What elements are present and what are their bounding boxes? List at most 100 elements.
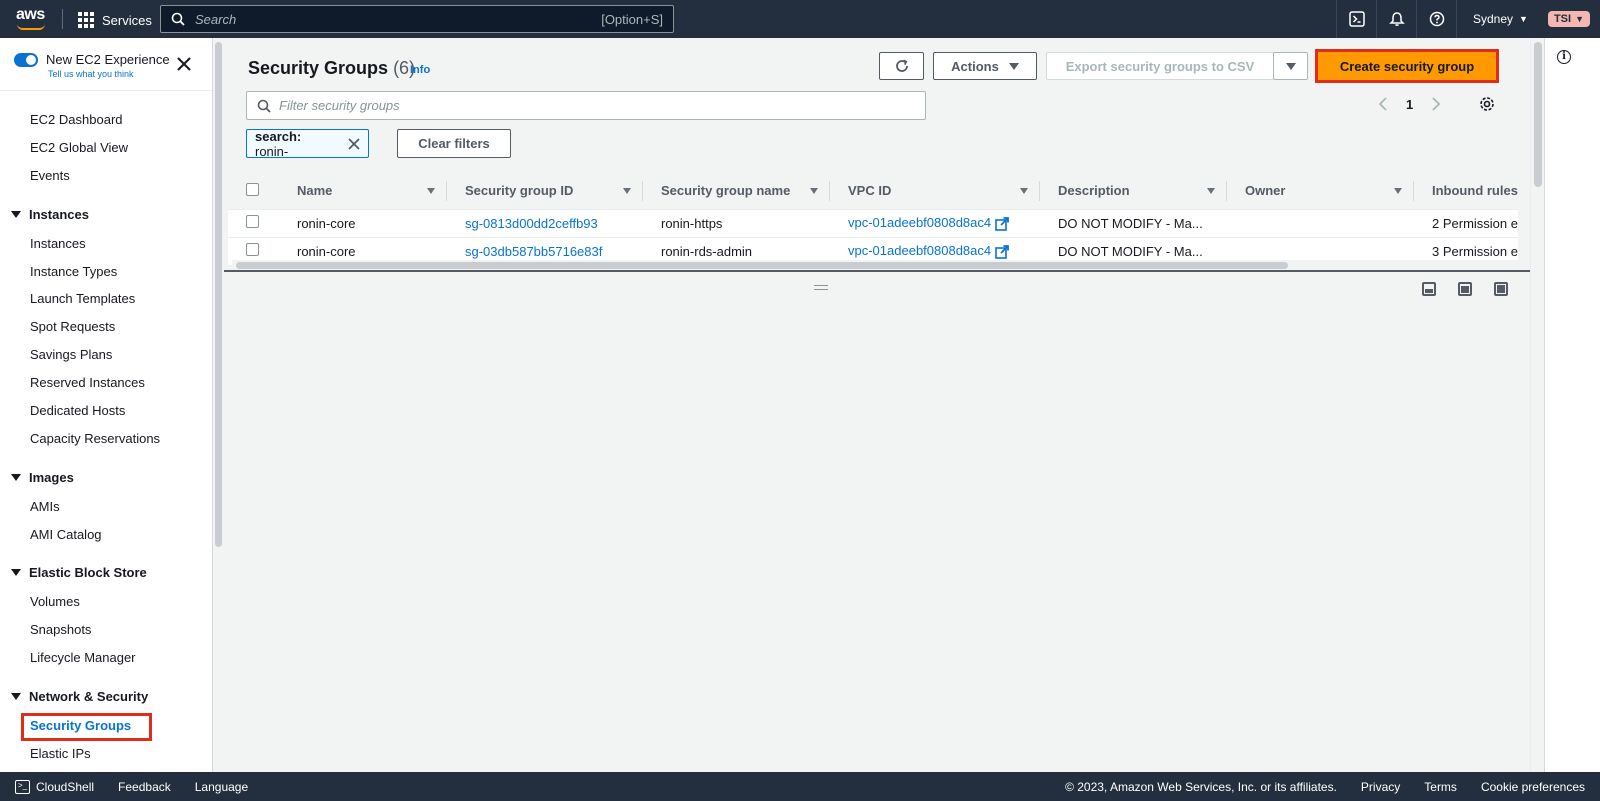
sidebar-item-ami-catalog[interactable]: AMI Catalog — [30, 527, 102, 542]
security-group-id-link[interactable]: sg-03db587bb5716e83f — [465, 244, 602, 259]
remove-filter-close-icon[interactable] — [348, 137, 360, 150]
terms-link[interactable]: Terms — [1424, 780, 1457, 794]
panel-full-icon[interactable] — [1494, 282, 1508, 296]
sidebar-section-instances[interactable]: Instances — [11, 207, 89, 222]
privacy-link[interactable]: Privacy — [1361, 780, 1400, 794]
sidebar-section-network-security[interactable]: Network & Security — [11, 689, 148, 704]
services-menu-button[interactable]: Services — [78, 10, 152, 30]
cloudshell-icon[interactable] — [1336, 0, 1376, 38]
close-icon[interactable] — [176, 56, 192, 72]
row-checkbox[interactable] — [246, 215, 259, 228]
cloudshell-icon: >_ — [15, 779, 30, 794]
new-experience-toggle[interactable] — [14, 53, 38, 67]
global-search-input[interactable]: Search [Option+S] — [160, 5, 674, 33]
region-selector[interactable]: Sydney ▼ — [1456, 0, 1548, 38]
sidebar-item-instances[interactable]: Instances — [30, 236, 86, 251]
select-all-checkbox[interactable] — [246, 182, 259, 196]
actions-dropdown-button[interactable]: Actions — [933, 52, 1037, 80]
cloudshell-button[interactable]: >_ CloudShell — [15, 779, 95, 794]
create-security-group-button[interactable]: Create security group — [1315, 49, 1499, 83]
sidebar-item-dedicated-hosts[interactable]: Dedicated Hosts — [30, 403, 125, 418]
external-link-icon[interactable] — [995, 244, 1010, 259]
security-group-id-link[interactable]: sg-0813d00dd2ceffb93 — [465, 216, 598, 231]
info-icon[interactable]: i — [1557, 50, 1571, 64]
cookie-preferences-link[interactable]: Cookie preferences — [1481, 780, 1585, 794]
row-checkbox[interactable] — [246, 243, 259, 256]
chevron-left-icon[interactable] — [1378, 97, 1388, 111]
help-icon[interactable] — [1416, 0, 1456, 38]
security-groups-panel: Security Groups (6) Info Actions Export … — [228, 40, 1538, 270]
row-select-cell — [228, 209, 279, 238]
refresh-button[interactable] — [879, 52, 924, 80]
sidebar-scrollbar[interactable] — [213, 38, 224, 772]
aws-logo[interactable]: aws — [16, 6, 48, 32]
column-header-description[interactable]: Description — [1040, 173, 1227, 210]
column-header-security-group-id[interactable]: Security group ID — [447, 173, 643, 210]
info-link[interactable]: Info — [410, 64, 430, 76]
column-header-name[interactable]: Name — [279, 173, 447, 210]
cell-vpc-id: vpc-01adeebf0808d8ac4 — [830, 209, 1040, 238]
panel-bottom-large-icon[interactable] — [1458, 282, 1472, 296]
sidebar-item-capacity-reservations[interactable]: Capacity Reservations — [30, 431, 160, 446]
services-label: Services — [102, 12, 152, 28]
settings-gear-icon[interactable] — [1479, 96, 1495, 112]
sidebar-item-snapshots[interactable]: Snapshots — [30, 622, 91, 637]
cloudshell-label: CloudShell — [36, 779, 95, 794]
external-link-icon[interactable] — [995, 216, 1010, 231]
panel-bottom-small-icon[interactable] — [1422, 282, 1436, 296]
cell-sg-name: ronin-https — [643, 209, 830, 238]
scrollbar-thumb[interactable] — [236, 262, 1288, 269]
export-dropdown-button[interactable] — [1273, 52, 1308, 80]
sidebar-item-volumes[interactable]: Volumes — [30, 594, 80, 609]
cell-inbound-rules: 2 Permission e — [1414, 209, 1518, 238]
aws-logo-text: aws — [16, 6, 45, 23]
refresh-icon — [895, 59, 908, 72]
sidebar-item-security-groups[interactable]: Security Groups — [21, 713, 152, 741]
sidebar-item-ec2-dashboard[interactable]: EC2 Dashboard — [30, 112, 123, 127]
cell-name: ronin-core — [279, 209, 447, 238]
scrollbar-thumb[interactable] — [1534, 42, 1542, 187]
column-label: Inbound rules — [1432, 183, 1518, 199]
split-panel-position-controls — [1422, 282, 1508, 296]
console-footer: >_ CloudShell Feedback Language © 2023, … — [0, 772, 1600, 801]
table-horizontal-scrollbar[interactable] — [232, 260, 1538, 270]
page-number[interactable]: 1 — [1406, 97, 1413, 112]
vpc-id-link[interactable]: vpc-01adeebf0808d8ac4 — [848, 215, 991, 230]
drag-handle-icon[interactable] — [814, 285, 828, 290]
sidebar-section-images[interactable]: Images — [11, 470, 74, 485]
column-header-owner[interactable]: Owner — [1227, 173, 1414, 210]
sort-caret-icon — [1207, 188, 1215, 194]
sidebar-item-ec2-global-view[interactable]: EC2 Global View — [30, 140, 128, 155]
column-header-vpc-id[interactable]: VPC ID — [830, 173, 1040, 210]
column-header-security-group-name[interactable]: Security group name — [643, 173, 830, 210]
page-scrollbar[interactable] — [1530, 38, 1544, 772]
account-menu[interactable]: TSI ▼ — [1547, 11, 1590, 27]
account-label: TSI — [1553, 13, 1572, 25]
chevron-right-icon[interactable] — [1431, 97, 1441, 111]
sidebar-section-elastic-block-store[interactable]: Elastic Block Store — [11, 565, 147, 580]
sidebar-item-amis[interactable]: AMIs — [30, 499, 60, 514]
sidebar-item-launch-templates[interactable]: Launch Templates — [30, 291, 135, 306]
split-panel-area — [224, 272, 1530, 772]
sidebar-item-savings-plans[interactable]: Savings Plans — [30, 347, 112, 362]
sidebar-item-instance-types[interactable]: Instance Types — [30, 264, 117, 279]
feedback-link[interactable]: Tell us what you think — [48, 69, 170, 79]
language-link[interactable]: Language — [195, 780, 248, 794]
clear-filters-button[interactable]: Clear filters — [397, 129, 511, 158]
sidebar-item-elastic-ips[interactable]: Elastic IPs — [30, 746, 91, 761]
vpc-id-link[interactable]: vpc-01adeebf0808d8ac4 — [848, 243, 991, 258]
sidebar-item-lifecycle-manager[interactable]: Lifecycle Manager — [30, 650, 136, 665]
column-label: VPC ID — [848, 183, 892, 199]
export-csv-button[interactable]: Export security groups to CSV — [1046, 52, 1274, 80]
security-groups-table: Name Security group ID Security group na… — [228, 173, 1518, 266]
table-row[interactable]: ronin-core sg-0813d00dd2ceffb93 ronin-ht… — [228, 209, 1518, 238]
filter-security-groups-input[interactable]: Filter security groups — [246, 91, 926, 120]
notifications-bell-icon[interactable] — [1376, 0, 1416, 38]
caret-down-icon — [1008, 62, 1019, 70]
sidebar-item-events[interactable]: Events — [30, 168, 70, 183]
sidebar-item-spot-requests[interactable]: Spot Requests — [30, 319, 115, 334]
sidebar-item-reserved-instances[interactable]: Reserved Instances — [30, 375, 145, 390]
scrollbar-thumb[interactable] — [215, 42, 222, 547]
column-header-inbound-rules[interactable]: Inbound rules — [1414, 173, 1518, 210]
feedback-link[interactable]: Feedback — [118, 780, 171, 794]
